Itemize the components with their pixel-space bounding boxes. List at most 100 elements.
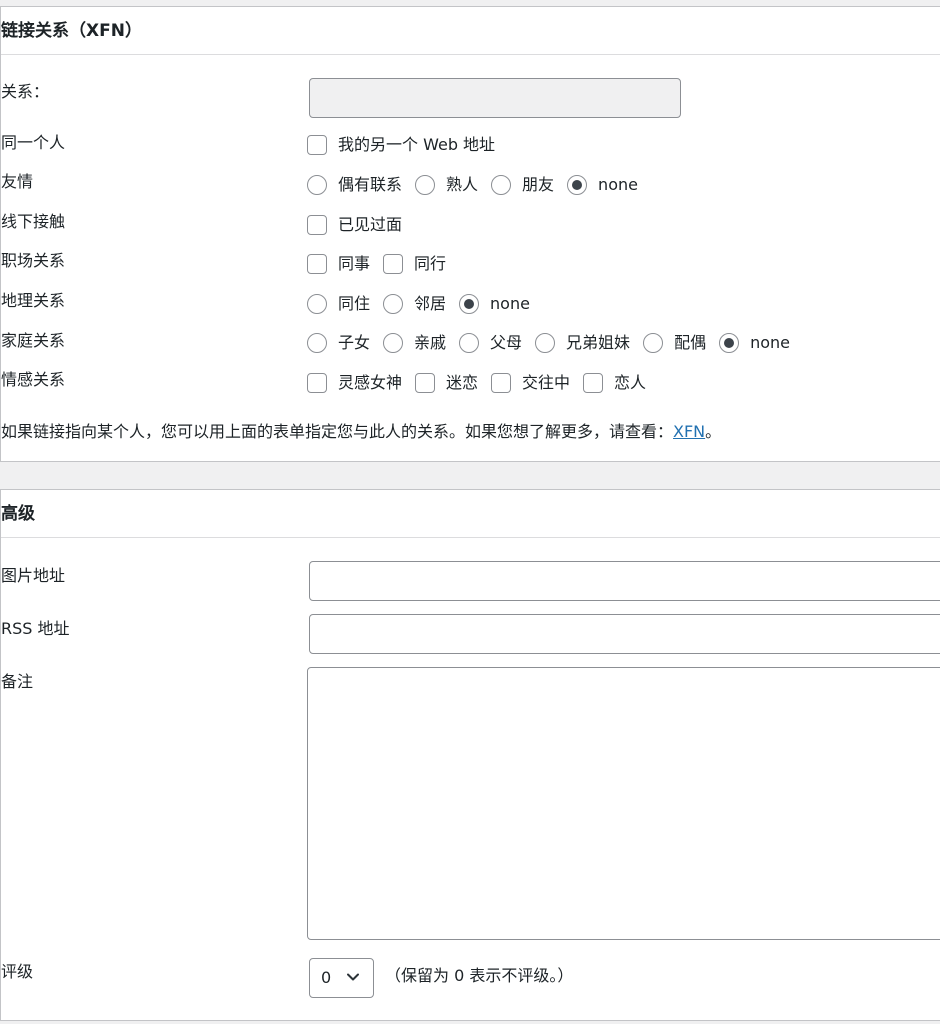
family-sibling-radio[interactable]	[535, 333, 556, 353]
friendship-label: 友情	[1, 172, 34, 191]
friendship-acquaintance-radio[interactable]	[415, 175, 436, 195]
friendship-option-none[interactable]: none	[567, 174, 638, 196]
professional-coworker-label: 同事	[338, 254, 371, 273]
geographical-coresident-radio[interactable]	[307, 294, 327, 314]
friendship-acquaintance-label: 熟人	[446, 175, 479, 194]
me-options: 我的另一个 Web 地址	[307, 133, 495, 157]
me-option[interactable]: 我的另一个 Web 地址	[307, 134, 495, 156]
friendship-contact-radio[interactable]	[307, 175, 327, 195]
friendship-none-label: none	[598, 175, 638, 194]
geographical-none-label: none	[490, 294, 530, 313]
physical-options: 已见过面	[307, 213, 402, 237]
rss-url-input[interactable]	[309, 614, 940, 654]
family-options: 子女 亲戚 父母 兄弟姐妹 配偶 none	[307, 331, 790, 355]
family-kin-radio[interactable]	[383, 333, 404, 353]
friendship-none-radio[interactable]	[567, 175, 588, 195]
professional-option-coworker[interactable]: 同事	[307, 253, 370, 275]
physical-option-met[interactable]: 已见过面	[307, 214, 402, 236]
family-spouse-radio[interactable]	[643, 333, 664, 353]
xfn-panel-header: 链接关系（XFN）	[1, 7, 940, 55]
family-sibling-label: 兄弟姐妹	[566, 333, 631, 352]
family-option-kin[interactable]: 亲戚	[383, 332, 446, 354]
friendship-friend-radio[interactable]	[491, 175, 512, 195]
romantic-date-checkbox[interactable]	[491, 373, 512, 393]
friendship-option-contact[interactable]: 偶有联系	[307, 174, 402, 196]
geographical-option-none[interactable]: none	[459, 293, 530, 315]
me-checkbox[interactable]	[307, 135, 327, 155]
family-option-parent[interactable]: 父母	[459, 332, 522, 354]
family-option-spouse[interactable]: 配偶	[643, 332, 706, 354]
romantic-sweetheart-checkbox[interactable]	[583, 373, 604, 393]
geographical-coresident-label: 同住	[338, 294, 371, 313]
rel-field[interactable]	[309, 78, 681, 118]
family-parent-radio[interactable]	[459, 333, 480, 353]
physical-label: 线下接触	[1, 212, 66, 231]
family-none-label: none	[750, 333, 790, 352]
family-kin-label: 亲戚	[414, 333, 447, 352]
geographical-label: 地理关系	[1, 291, 66, 310]
family-option-child[interactable]: 子女	[307, 332, 370, 354]
romantic-muse-label: 灵感女神	[338, 373, 403, 392]
rating-label: 评级	[1, 962, 34, 981]
rating-select-value: 0	[321, 968, 332, 987]
geographical-neighbor-label: 邻居	[414, 294, 447, 313]
family-none-radio[interactable]	[719, 333, 740, 353]
friendship-friend-label: 朋友	[522, 175, 555, 194]
romantic-date-label: 交往中	[522, 373, 571, 392]
physical-met-label: 已见过面	[338, 215, 403, 234]
romantic-option-crush[interactable]: 迷恋	[415, 372, 478, 394]
family-option-sibling[interactable]: 兄弟姐妹	[535, 332, 630, 354]
romantic-label: 情感关系	[1, 370, 66, 389]
xfn-help-text: 如果链接指向某个人，您可以用上面的表单指定您与此人的关系。如果您想了解更多，请查…	[1, 421, 721, 443]
romantic-crush-checkbox[interactable]	[415, 373, 436, 393]
xfn-help-link[interactable]: XFN	[673, 422, 705, 441]
geographical-none-radio[interactable]	[459, 294, 480, 314]
friendship-option-friend[interactable]: 朋友	[491, 174, 554, 196]
professional-label: 职场关系	[1, 251, 66, 270]
xfn-help-sentence: 如果链接指向某个人，您可以用上面的表单指定您与此人的关系。如果您想了解更多，请查…	[1, 422, 674, 441]
family-child-label: 子女	[338, 333, 371, 352]
notes-label: 备注	[1, 672, 34, 691]
physical-met-checkbox[interactable]	[307, 215, 327, 235]
professional-colleague-checkbox[interactable]	[383, 254, 404, 274]
image-url-label: 图片地址	[1, 566, 66, 585]
advanced-panel-title: 高级	[1, 504, 35, 524]
professional-colleague-label: 同行	[414, 254, 447, 273]
family-label: 家庭关系	[1, 331, 66, 350]
xfn-help-end: 。	[705, 422, 722, 441]
notes-textarea[interactable]	[307, 667, 940, 940]
professional-option-colleague[interactable]: 同行	[383, 253, 446, 275]
image-url-input[interactable]	[309, 561, 940, 601]
geographical-options: 同住 邻居 none	[307, 292, 530, 316]
romantic-option-sweetheart[interactable]: 恋人	[583, 372, 646, 394]
me-option-label: 我的另一个 Web 地址	[338, 135, 496, 154]
romantic-options: 灵感女神 迷恋 交往中 恋人	[307, 371, 646, 395]
romantic-option-muse[interactable]: 灵感女神	[307, 372, 402, 394]
professional-coworker-checkbox[interactable]	[307, 254, 327, 274]
family-option-none[interactable]: none	[719, 332, 790, 354]
xfn-panel: 链接关系（XFN） 关系： 同一个人 我的另一个 Web 地址 友情 偶有联系 …	[0, 6, 940, 462]
chevron-down-icon	[347, 973, 359, 981]
professional-options: 同事 同行	[307, 252, 446, 276]
geographical-neighbor-radio[interactable]	[383, 294, 404, 314]
friendship-options: 偶有联系 熟人 朋友 none	[307, 173, 638, 197]
family-child-radio[interactable]	[307, 333, 327, 353]
xfn-panel-title: 链接关系（XFN）	[1, 21, 142, 41]
me-label: 同一个人	[1, 133, 66, 152]
romantic-muse-checkbox[interactable]	[307, 373, 327, 393]
advanced-panel-header: 高级	[1, 490, 940, 538]
geographical-option-coresident[interactable]: 同住	[307, 293, 370, 315]
romantic-crush-label: 迷恋	[446, 373, 479, 392]
geographical-option-neighbor[interactable]: 邻居	[383, 293, 446, 315]
advanced-panel: 高级 图片地址 RSS 地址 备注 评级 0 （保留为 0 表示不评级。）	[0, 489, 940, 1021]
friendship-option-acquaintance[interactable]: 熟人	[415, 174, 478, 196]
family-spouse-label: 配偶	[674, 333, 707, 352]
family-parent-label: 父母	[490, 333, 523, 352]
rss-url-label: RSS 地址	[1, 619, 70, 638]
rel-label: 关系：	[1, 82, 50, 101]
romantic-option-date[interactable]: 交往中	[491, 372, 570, 394]
friendship-contact-label: 偶有联系	[338, 175, 403, 194]
rating-note: （保留为 0 表示不评级。）	[385, 966, 574, 985]
rating-select[interactable]: 0	[309, 958, 374, 998]
romantic-sweetheart-label: 恋人	[614, 373, 647, 392]
